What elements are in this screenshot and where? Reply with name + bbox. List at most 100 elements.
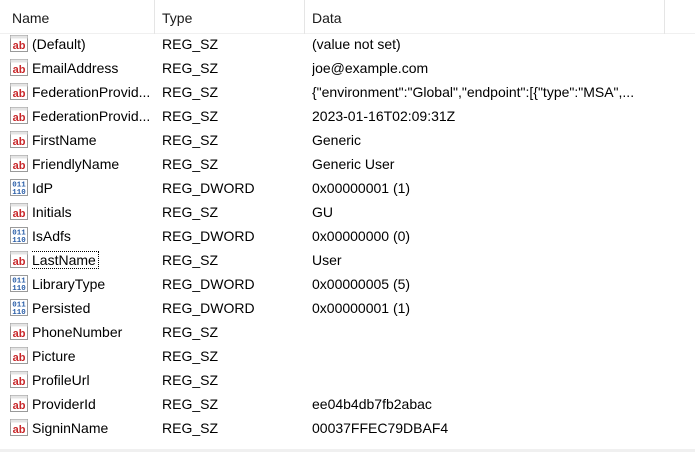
reg-dword-icon: 011 110 bbox=[10, 275, 28, 292]
value-data: 00037FFEC79DBAF4 bbox=[312, 420, 449, 436]
value-name-text: FederationProvid... bbox=[32, 84, 151, 100]
value-name-text: Initials bbox=[32, 204, 72, 220]
value-type: REG_SZ bbox=[162, 420, 219, 436]
value-type: REG_SZ bbox=[162, 396, 219, 412]
value-name-text: SigninName bbox=[32, 420, 109, 436]
reg-dword-icon: 011 110 bbox=[10, 179, 28, 196]
value-type: REG_DWORD bbox=[162, 228, 255, 244]
svg-text:ab: ab bbox=[13, 376, 26, 388]
value-data: 2023-01-16T02:09:31Z bbox=[312, 108, 456, 124]
value-name: LibraryType bbox=[32, 272, 156, 296]
value-type: REG_SZ bbox=[162, 324, 219, 340]
value-type: REG_DWORD bbox=[162, 180, 255, 196]
value-type: REG_DWORD bbox=[162, 300, 255, 316]
value-type: REG_SZ bbox=[162, 252, 219, 268]
value-name-text: IsAdfs bbox=[32, 228, 71, 244]
reg-sz-icon: ab bbox=[10, 155, 28, 172]
value-data: 0x00000001 (1) bbox=[312, 180, 411, 196]
reg-sz-icon: ab bbox=[10, 203, 28, 220]
registry-value-row[interactable]: ab PhoneNumber REG_SZ bbox=[0, 320, 695, 344]
value-type: REG_SZ bbox=[162, 372, 219, 388]
value-data bbox=[312, 368, 662, 392]
value-name-text: LastName bbox=[32, 251, 99, 269]
reg-sz-icon: ab bbox=[10, 323, 28, 340]
value-data bbox=[312, 344, 662, 368]
svg-text:ab: ab bbox=[13, 328, 26, 340]
reg-sz-icon: ab bbox=[10, 107, 28, 124]
registry-value-row[interactable]: ab (Default) REG_SZ (value not set) bbox=[0, 32, 695, 56]
value-data: Generic bbox=[312, 132, 362, 148]
registry-value-row[interactable]: ab FederationProvid... REG_SZ {"environmen… bbox=[0, 80, 695, 104]
column-header-type[interactable]: Type bbox=[155, 0, 305, 34]
value-data: Generic User bbox=[312, 156, 395, 172]
value-name: (Default) bbox=[32, 32, 156, 56]
svg-text:110: 110 bbox=[12, 285, 26, 292]
svg-text:110: 110 bbox=[12, 189, 26, 196]
value-name-text: EmailAddress bbox=[32, 60, 119, 76]
registry-value-row[interactable]: ab ProfileUrl REG_SZ bbox=[0, 368, 695, 392]
value-name-text: ProviderId bbox=[32, 396, 96, 412]
svg-text:ab: ab bbox=[13, 424, 26, 436]
svg-text:ab: ab bbox=[13, 64, 26, 76]
registry-value-row[interactable]: ab FirstName REG_SZ Generic bbox=[0, 128, 695, 152]
reg-sz-icon: ab bbox=[10, 35, 28, 52]
value-name: Picture bbox=[32, 344, 156, 368]
value-data: ee04b4db7fb2abac bbox=[312, 396, 432, 412]
value-type: REG_SZ bbox=[162, 348, 219, 364]
svg-text:ab: ab bbox=[13, 352, 26, 364]
registry-value-row[interactable]: 011 110 LibraryType REG_DWORD 0x00000005 (… bbox=[0, 272, 695, 296]
value-name-text: (Default) bbox=[32, 36, 86, 52]
value-data: {"environment":"Global","endpoint":[{"ty… bbox=[312, 84, 635, 100]
value-name: IdP bbox=[32, 176, 156, 200]
column-header-data[interactable]: Data bbox=[305, 0, 665, 34]
svg-text:ab: ab bbox=[13, 40, 26, 52]
svg-text:ab: ab bbox=[13, 256, 26, 268]
value-name: FirstName bbox=[32, 128, 156, 152]
value-name: FederationProvid... bbox=[32, 80, 156, 104]
reg-sz-icon: ab bbox=[10, 371, 28, 388]
reg-sz-icon: ab bbox=[10, 251, 28, 268]
value-type: REG_SZ bbox=[162, 156, 219, 172]
reg-sz-icon: ab bbox=[10, 131, 28, 148]
registry-value-row[interactable]: 011 110 IsAdfs REG_DWORD 0x00000000 (0) bbox=[0, 224, 695, 248]
value-name-text: LibraryType bbox=[32, 276, 106, 292]
reg-sz-icon: ab bbox=[10, 419, 28, 436]
value-type: REG_SZ bbox=[162, 60, 219, 76]
value-name-text: Persisted bbox=[32, 300, 91, 316]
registry-value-row[interactable]: ab EmailAddress REG_SZ joe@example.com bbox=[0, 56, 695, 80]
registry-value-row[interactable]: 011 110 IdP REG_DWORD 0x00000001 (1) bbox=[0, 176, 695, 200]
reg-sz-icon: ab bbox=[10, 83, 28, 100]
reg-sz-icon: ab bbox=[10, 395, 28, 412]
value-type: REG_SZ bbox=[162, 36, 219, 52]
value-name-text: PhoneNumber bbox=[32, 324, 123, 340]
registry-value-row[interactable]: ab ProviderId REG_SZ ee04b4db7fb2abac bbox=[0, 392, 695, 416]
registry-value-row[interactable]: ab FederationProvid... REG_SZ 2023-01-16T0… bbox=[0, 104, 695, 128]
value-type: REG_DWORD bbox=[162, 276, 255, 292]
reg-dword-icon: 011 110 bbox=[10, 299, 28, 316]
svg-text:ab: ab bbox=[13, 400, 26, 412]
value-name: FederationProvid... bbox=[32, 104, 156, 128]
value-name-text: FederationProvid... bbox=[32, 108, 151, 124]
registry-value-row[interactable]: ab Initials REG_SZ GU bbox=[0, 200, 695, 224]
svg-text:ab: ab bbox=[13, 160, 26, 172]
value-data bbox=[312, 320, 662, 344]
value-data: 0x00000001 (1) bbox=[312, 300, 411, 316]
value-name-text: FirstName bbox=[32, 132, 97, 148]
registry-value-row[interactable]: ab SigninName REG_SZ 00037FFEC79DBAF4 bbox=[0, 416, 695, 440]
value-data: GU bbox=[312, 204, 333, 220]
value-name: Initials bbox=[32, 200, 156, 224]
svg-text:ab: ab bbox=[13, 208, 26, 220]
registry-value-list: ab (Default) REG_SZ (value not set) ab Ema… bbox=[0, 32, 695, 440]
reg-dword-icon: 011 110 bbox=[10, 227, 28, 244]
value-type: REG_SZ bbox=[162, 108, 219, 124]
value-data: joe@example.com bbox=[312, 60, 429, 76]
registry-value-row[interactable]: ab LastName REG_SZ User bbox=[0, 248, 695, 272]
registry-value-row[interactable]: ab Picture REG_SZ bbox=[0, 344, 695, 368]
value-data: 0x00000005 (5) bbox=[312, 276, 411, 292]
column-header-name[interactable]: Name bbox=[0, 0, 155, 34]
registry-value-row[interactable]: 011 110 Persisted REG_DWORD 0x00000001 (1) bbox=[0, 296, 695, 320]
registry-value-row[interactable]: ab FriendlyName REG_SZ Generic User bbox=[0, 152, 695, 176]
list-header: Name Type Data bbox=[0, 0, 695, 34]
value-name: FriendlyName bbox=[32, 152, 156, 176]
reg-sz-icon: ab bbox=[10, 59, 28, 76]
